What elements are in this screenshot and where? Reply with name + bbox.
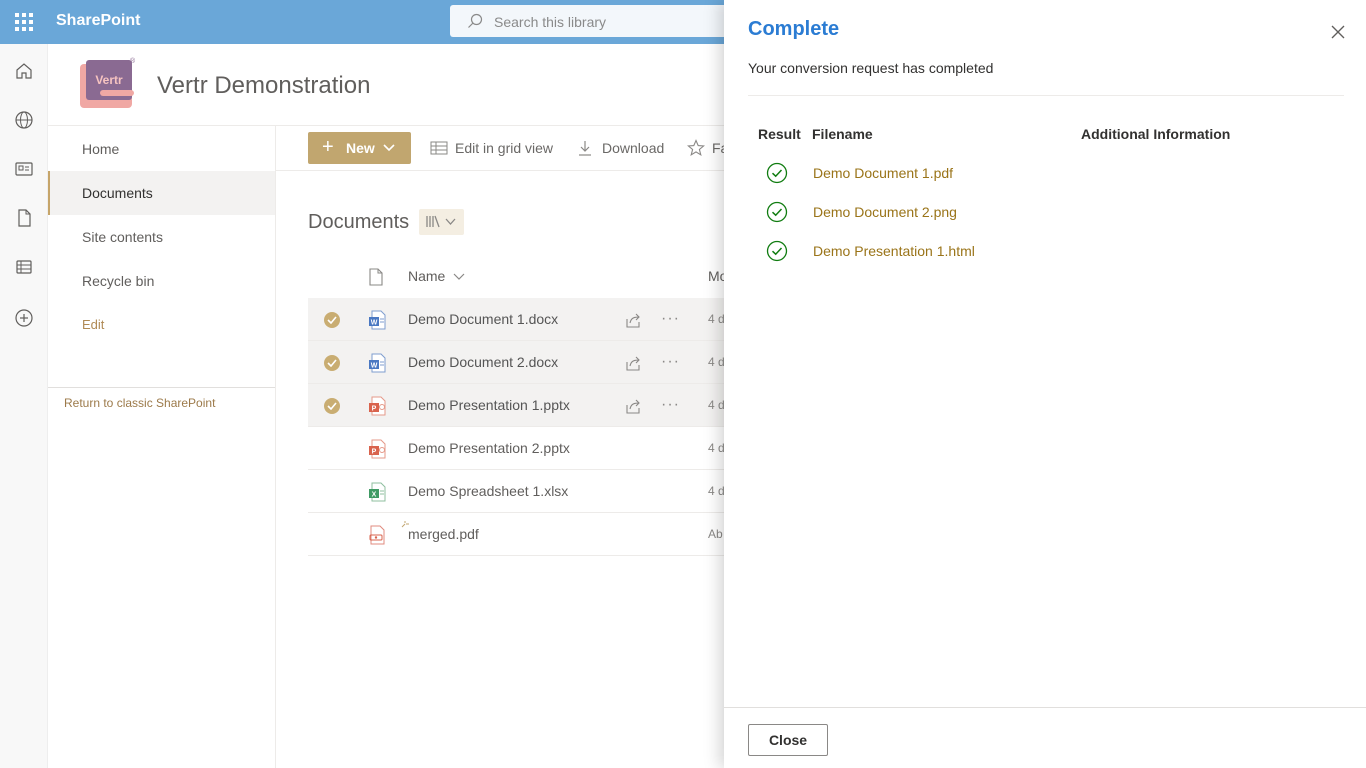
svg-text:W: W — [371, 320, 378, 327]
site-header: Vertr ® Vertr Demonstration — [48, 44, 728, 126]
share-icon[interactable] — [624, 311, 642, 329]
site-logo[interactable]: Vertr ® — [80, 58, 136, 110]
conversion-complete-panel: Complete Your conversion request has com… — [724, 0, 1366, 768]
result-file-link[interactable]: Demo Document 1.pdf — [813, 165, 953, 181]
file-row[interactable]: merged.pdf Ab — [308, 513, 728, 556]
command-bar: + New Edit in grid view Download Fa — [276, 126, 728, 171]
result-row: Demo Document 2.png — [748, 199, 1344, 238]
modified-date: Ab — [708, 527, 723, 541]
excel-file-icon: X — [369, 482, 386, 502]
modified-date: 4 d — [708, 484, 725, 498]
modified-date: 4 d — [708, 312, 725, 326]
site-title[interactable]: Vertr Demonstration — [157, 72, 370, 100]
chevron-down-icon — [453, 273, 465, 280]
svg-text:P: P — [372, 449, 377, 456]
file-name[interactable]: Demo Presentation 2.pptx — [408, 440, 570, 456]
library-view-icon — [426, 215, 456, 228]
grid-icon — [430, 141, 448, 155]
close-icon[interactable] — [1330, 24, 1346, 40]
nav-divider — [48, 387, 275, 388]
selected-check-icon[interactable] — [324, 312, 340, 328]
more-options-icon[interactable]: ··· — [661, 396, 680, 414]
result-file-link[interactable]: Demo Presentation 1.html — [813, 243, 975, 259]
app-launcher-button[interactable] — [0, 0, 48, 44]
home-icon[interactable] — [14, 61, 34, 81]
success-check-icon — [766, 201, 788, 223]
svg-text:W: W — [371, 363, 378, 370]
word-file-icon: W — [369, 353, 386, 373]
add-icon[interactable] — [14, 308, 34, 328]
svg-text:P: P — [372, 406, 377, 413]
success-check-icon — [766, 240, 788, 262]
search-icon — [468, 13, 483, 28]
nav-item-recycle-bin[interactable]: Recycle bin — [48, 259, 275, 303]
panel-title: Complete — [748, 18, 840, 40]
nav-item-site-contents[interactable]: Site contents — [48, 215, 275, 259]
modified-date: 4 d — [708, 398, 725, 412]
file-type-header-icon[interactable] — [368, 268, 384, 286]
nav-item-documents[interactable]: Documents — [48, 171, 275, 215]
file-row[interactable]: P Demo Presentation 2.pptx 4 d — [308, 427, 728, 470]
powerpoint-file-icon: P — [369, 439, 386, 459]
selected-check-icon[interactable] — [324, 355, 340, 371]
edit-in-grid-view-button[interactable]: Edit in grid view — [455, 140, 553, 156]
left-navigation: Home Documents Site contents Recycle bin… — [48, 126, 276, 768]
file-name[interactable]: Demo Document 1.docx — [408, 311, 558, 327]
plus-icon: + — [322, 136, 334, 158]
chevron-down-icon — [383, 144, 395, 152]
app-name[interactable]: SharePoint — [56, 12, 140, 30]
file-name[interactable]: merged.pdf — [408, 526, 479, 542]
result-file-link[interactable]: Demo Document 2.png — [813, 204, 957, 220]
result-column-header: Result — [758, 126, 801, 142]
svg-text:X: X — [372, 492, 377, 499]
panel-message: Your conversion request has completed — [748, 60, 994, 76]
additional-info-column-header: Additional Information — [1081, 126, 1231, 142]
share-icon[interactable] — [624, 354, 642, 372]
star-icon — [687, 139, 705, 156]
search-input[interactable]: Search this library — [494, 14, 606, 30]
new-button-label: New — [346, 140, 375, 156]
new-button[interactable]: + New — [308, 132, 411, 164]
download-button[interactable]: Download — [602, 140, 664, 156]
panel-footer-divider — [724, 707, 1366, 708]
waffle-icon — [15, 13, 33, 31]
view-switcher[interactable] — [419, 209, 464, 235]
success-check-icon — [766, 162, 788, 184]
file-row[interactable]: W Demo Document 2.docx ··· 4 d — [308, 341, 728, 384]
share-icon[interactable] — [624, 397, 642, 415]
file-name[interactable]: Demo Document 2.docx — [408, 354, 558, 370]
result-row: Demo Document 1.pdf — [748, 160, 1344, 199]
filename-column-header: Filename — [812, 126, 873, 142]
file-name[interactable]: Demo Spreadsheet 1.xlsx — [408, 483, 568, 499]
close-button[interactable]: Close — [748, 724, 828, 756]
document-icon[interactable] — [14, 208, 34, 228]
globe-icon[interactable] — [14, 110, 34, 130]
modified-date: 4 d — [708, 441, 725, 455]
news-icon[interactable] — [14, 159, 34, 179]
nav-edit-link[interactable]: Edit — [48, 303, 275, 347]
more-options-icon[interactable]: ··· — [661, 310, 680, 328]
file-name[interactable]: Demo Presentation 1.pptx — [408, 397, 570, 413]
modified-date: 4 d — [708, 355, 725, 369]
panel-divider — [748, 95, 1344, 96]
download-icon — [579, 141, 591, 156]
return-to-classic-link[interactable]: Return to classic SharePoint — [64, 396, 215, 410]
pdf-file-icon — [369, 525, 385, 545]
search-box[interactable]: Search this library — [450, 5, 740, 37]
file-row[interactable]: X Demo Spreadsheet 1.xlsx 4 d — [308, 470, 728, 513]
app-bar — [0, 44, 48, 768]
nav-item-home[interactable]: Home — [48, 127, 275, 171]
list-icon[interactable] — [14, 257, 34, 277]
powerpoint-file-icon: P — [369, 396, 386, 416]
selected-check-icon[interactable] — [324, 398, 340, 414]
library-title: Documents — [308, 211, 410, 233]
word-file-icon: W — [369, 310, 386, 330]
file-row[interactable]: W Demo Document 1.docx ··· 4 d — [308, 298, 728, 341]
file-row[interactable]: P Demo Presentation 1.pptx ··· 4 d — [308, 384, 728, 427]
result-row: Demo Presentation 1.html — [748, 238, 1344, 277]
more-options-icon[interactable]: ··· — [661, 353, 680, 371]
